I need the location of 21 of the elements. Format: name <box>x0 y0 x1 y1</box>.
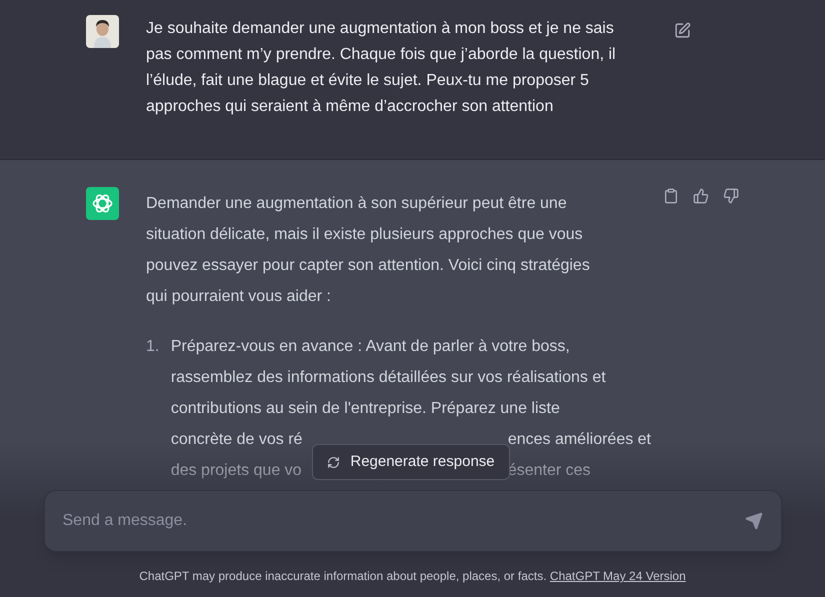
send-icon[interactable] <box>744 512 762 530</box>
list-item-text: contributions au sein de l'entreprise. Préparez une liste <box>170 399 560 419</box>
thumbs-down-icon[interactable] <box>723 187 739 205</box>
list-item-text: concrète de vos ré <box>170 430 304 450</box>
message-input[interactable]: Send a message. <box>62 509 744 533</box>
version-link[interactable]: ChatGPT May 24 Version <box>550 569 686 583</box>
footer-disclaimer: ChatGPT may produce inaccurate information about people, places, or facts. ChatGPT May 24 Version <box>139 568 686 585</box>
refresh-icon <box>327 456 340 468</box>
user-avatar <box>86 15 119 48</box>
user-message-text: Je souhaite demander une augmentation à mon boss et je ne sais pas comment m’y prendre. Chaque fois que j’aborde la question, il l’élude, fait une blague et évite le sujet. Peux-tu me proposer 5 approches qui seraient à même d’accrocher son attention <box>146 19 616 117</box>
copy-icon[interactable] <box>663 187 679 205</box>
thumbs-up-icon[interactable] <box>693 187 709 205</box>
list-number: 1. <box>146 337 160 357</box>
list-item-text: Préparez-vous en avance : Avant de parler à votre boss, <box>170 337 570 357</box>
message-field[interactable]: Send a message. <box>44 490 782 552</box>
list-item-text: rassemblez des informations détaillées sur vos réalisations et <box>170 368 606 388</box>
regenerate-button[interactable]: Regenerate response <box>312 444 510 480</box>
assistant-message-text: Demander une augmentation à son supérieur peut être une situation délicate, mais il existe plusieurs approches que vous pouvez essayer pour capter son attention. Voici cinq stratégies qui pourraient vous aider : <box>146 194 591 307</box>
list-item-text: ences améliorées et <box>508 430 651 450</box>
list-item-text: des projets que vo <box>170 461 303 481</box>
list-item-text: ésenter ces <box>508 461 591 481</box>
